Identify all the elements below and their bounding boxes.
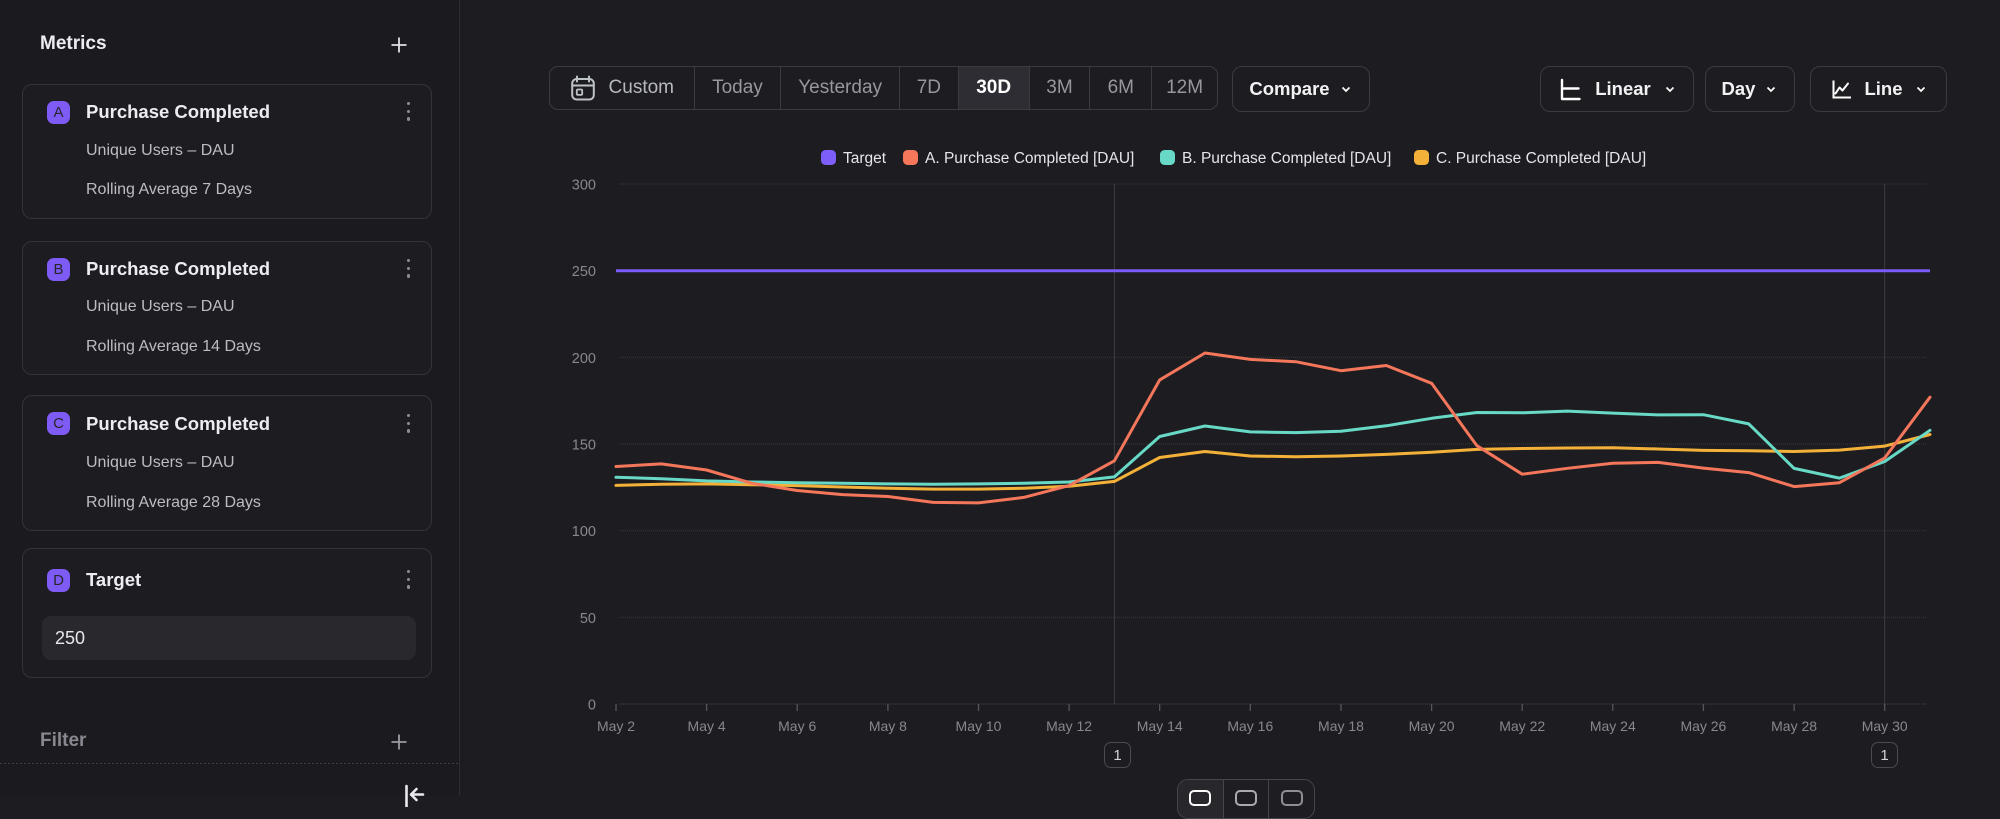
svg-text:300: 300 [572,178,596,194]
svg-text:May 8: May 8 [869,718,907,734]
svg-text:May 18: May 18 [1318,718,1364,734]
svg-text:250: 250 [572,264,596,280]
svg-text:May 6: May 6 [778,718,816,734]
svg-text:May 14: May 14 [1137,718,1183,734]
svg-text:May 10: May 10 [956,718,1002,734]
svg-text:May 26: May 26 [1680,718,1726,734]
svg-text:0: 0 [588,698,596,714]
svg-text:May 22: May 22 [1499,718,1545,734]
svg-text:200: 200 [572,351,596,367]
svg-text:May 2: May 2 [597,718,635,734]
svg-text:May 4: May 4 [688,718,726,734]
svg-text:May 12: May 12 [1046,718,1092,734]
svg-text:May 30: May 30 [1862,718,1908,734]
svg-text:May 24: May 24 [1590,718,1636,734]
svg-text:May 28: May 28 [1771,718,1817,734]
svg-text:May 20: May 20 [1409,718,1455,734]
svg-text:50: 50 [580,611,596,627]
svg-text:100: 100 [572,524,596,540]
svg-text:150: 150 [572,438,596,454]
svg-text:May 16: May 16 [1227,718,1273,734]
